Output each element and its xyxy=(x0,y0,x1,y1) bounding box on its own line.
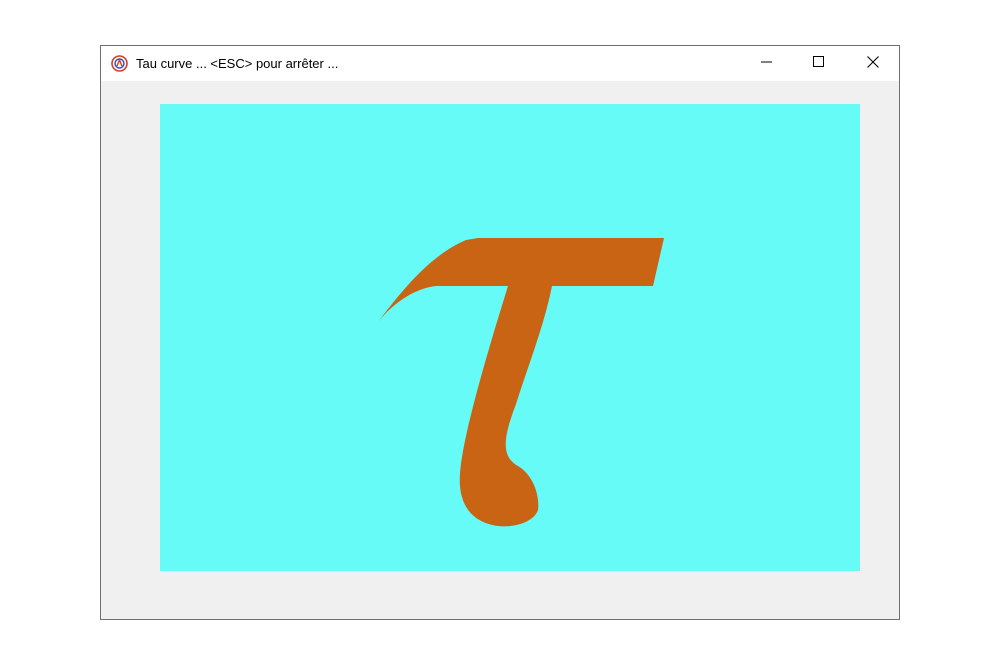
minimize-icon xyxy=(761,55,773,73)
app-window: Tau curve ... <ESC> pour arrêter ... xyxy=(100,45,900,620)
app-logo-icon[interactable] xyxy=(111,55,128,72)
minimize-button[interactable] xyxy=(741,46,793,81)
maximize-button[interactable] xyxy=(793,46,845,81)
window-title: Tau curve ... <ESC> pour arrêter ... xyxy=(136,56,339,71)
tau-glyph-shape xyxy=(378,238,664,527)
maximize-icon xyxy=(813,55,825,73)
close-button[interactable] xyxy=(847,46,899,81)
tau-curve-drawing xyxy=(378,238,664,527)
client-area xyxy=(101,81,899,619)
drawing-canvas[interactable] xyxy=(160,104,860,571)
title-bar[interactable]: Tau curve ... <ESC> pour arrêter ... xyxy=(101,46,899,81)
close-icon xyxy=(867,55,879,73)
